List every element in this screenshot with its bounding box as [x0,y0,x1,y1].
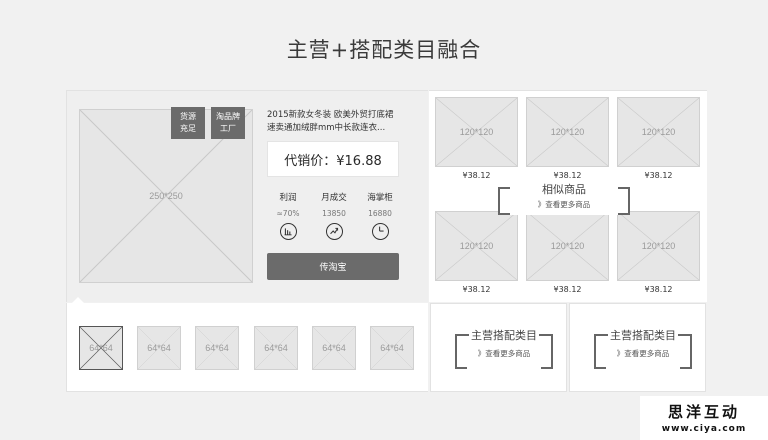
image-size-label: 120*120 [550,241,585,251]
product-image: 120*120 [435,97,518,167]
image-size-label: 120*120 [459,127,494,137]
thumbnail-strip: 64*64 64*64 64*64 64*64 64*64 64*64 [66,303,428,392]
similar-product-item[interactable]: 120*120 ¥38.12 [617,97,700,183]
similar-product-item[interactable]: 120*120 ¥38.12 [435,97,518,183]
thumbnail-image[interactable]: 64*64 [312,326,356,370]
image-size-label: 64*64 [322,343,346,353]
product-image: 120*120 [526,211,609,281]
upload-to-taobao-button[interactable]: 传淘宝 [267,253,399,280]
watermark-url: www.ciya.com [661,424,747,434]
stat-sea-shopkeeper: 海掌柜 16880 [358,191,402,240]
product-price: ¥38.12 [462,285,491,294]
product-price: ¥38.12 [644,171,673,180]
thumbnail-image[interactable]: 64*64 [370,326,414,370]
main-product-panel: 250*250 货源 充足 淘品牌 工厂 2015新款女冬装 欧美外贸打底裙 速… [66,90,428,302]
category-title-wrap: 主营搭配类目 [594,327,692,343]
similar-product-item[interactable]: 120*120 ¥38.12 [526,211,609,297]
page-title: 主营+搭配类目融合 [286,38,482,62]
category-title: 主营搭配类目 [608,329,678,342]
image-size-label: 120*120 [641,241,676,251]
similar-product-item[interactable]: 120*120 ¥38.12 [617,211,700,297]
similar-product-item[interactable]: 120*120 ¥38.12 [435,211,518,297]
similar-title: 相似商品 [539,183,589,196]
thumbnail-image[interactable]: 64*64 [79,326,123,370]
product-price: ¥38.12 [462,171,491,180]
category-label[interactable]: 主营搭配类目 》查看更多商品 [455,329,553,369]
product-price: ¥38.12 [553,285,582,294]
category-label[interactable]: 主营搭配类目 》查看更多商品 [594,329,692,369]
image-size-label: 64*64 [147,343,171,353]
stat-value: ≈70% [276,209,300,218]
similar-product-item[interactable]: 120*120 ¥38.12 [526,97,609,183]
price-box: 代销价：¥16.88 [267,141,399,177]
product-image: 120*120 [617,211,700,281]
similar-products-label[interactable]: 相似商品 》查看更多商品 [498,183,630,215]
product-price: ¥38.12 [644,285,673,294]
stat-value: 13850 [322,209,346,218]
pie-chart-icon[interactable] [371,223,389,240]
view-more-link[interactable]: 》查看更多商品 [455,348,553,359]
product-image: 120*120 [435,211,518,281]
similar-title-wrap: 相似商品 [498,181,630,197]
category-panel: 主营搭配类目 》查看更多商品 [569,303,706,392]
category-title: 主营搭配类目 [469,329,539,342]
thumbnail-image[interactable]: 64*64 [254,326,298,370]
view-more-link[interactable]: 》查看更多商品 [498,199,630,210]
trend-up-icon[interactable] [325,223,343,240]
stat-label: 利润 [279,193,297,203]
tag-brand-factory: 淘品牌 工厂 [211,107,245,139]
view-more-link[interactable]: 》查看更多商品 [594,348,692,359]
stat-label: 月成交 [321,193,347,203]
watermark: 思洋互动 www.ciya.com [640,396,768,440]
image-size-label: 120*120 [550,127,585,137]
product-image: 120*120 [526,97,609,167]
category-title-wrap: 主营搭配类目 [455,327,553,343]
product-image: 120*120 [617,97,700,167]
bar-chart-icon[interactable] [279,223,297,240]
image-size-label: 120*120 [459,241,494,251]
image-size-label: 64*64 [380,343,404,353]
image-size-label: 64*64 [89,343,113,353]
tag-ample-supply: 货源 充足 [171,107,205,139]
watermark-title: 思洋互动 [667,403,740,421]
image-size-label: 64*64 [264,343,288,353]
stat-monthly-deals: 月成交 13850 [312,191,356,240]
thumbnail-image[interactable]: 64*64 [195,326,239,370]
product-price: ¥38.12 [553,171,582,180]
product-title[interactable]: 2015新款女冬装 欧美外贸打底裙 速卖通加绒胖mm中长款连衣... [267,109,399,135]
image-size-label: 120*120 [641,127,676,137]
stat-profit: 利润 ≈70% [266,191,310,240]
stat-value: 16880 [368,209,392,218]
category-panel: 主营搭配类目 》查看更多商品 [430,303,567,392]
image-size-label: 64*64 [205,343,229,353]
price-text: 代销价：¥16.88 [284,153,382,169]
stat-label: 海掌柜 [367,193,393,203]
thumbnail-image[interactable]: 64*64 [137,326,181,370]
similar-products-panel: 120*120 ¥38.12 120*120 ¥38.12 120*120 ¥3… [429,90,707,302]
image-size-label: 250*250 [149,191,183,201]
